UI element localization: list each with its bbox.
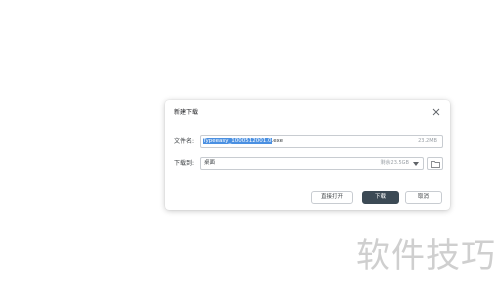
cancel-button[interactable]: 取消 (405, 191, 442, 204)
chevron-down-icon (413, 162, 419, 166)
filename-input[interactable]: Typeeasy_1000512001.0.exe 23.2MB (200, 135, 443, 148)
page: 新建下载 文件名: Typeeasy_1000512001.0.exe 23.2… (0, 0, 500, 297)
browse-folder-button[interactable] (427, 157, 443, 170)
dialog-title: 新建下载 (174, 109, 199, 116)
destination-select[interactable]: 桌面 剩余23.5GB (200, 157, 424, 170)
free-space: 剩余23.5GB (380, 160, 409, 166)
filename-selected-text: Typeeasy_1000512001.0 (203, 138, 272, 144)
close-icon[interactable] (431, 107, 441, 117)
watermark-text: 软件技巧 (356, 236, 496, 276)
new-download-dialog: 新建下载 文件名: Typeeasy_1000512001.0.exe 23.2… (165, 100, 450, 210)
destination-value: 桌面 (204, 160, 216, 166)
download-button[interactable]: 下载 (362, 191, 399, 204)
filename-extension: .exe (271, 138, 284, 144)
folder-icon (431, 161, 440, 168)
filename-label: 文件名: (174, 138, 195, 145)
file-size: 23.2MB (418, 138, 437, 144)
destination-label: 下载到: (174, 160, 195, 167)
open-directly-button[interactable]: 直接打开 (311, 191, 353, 204)
